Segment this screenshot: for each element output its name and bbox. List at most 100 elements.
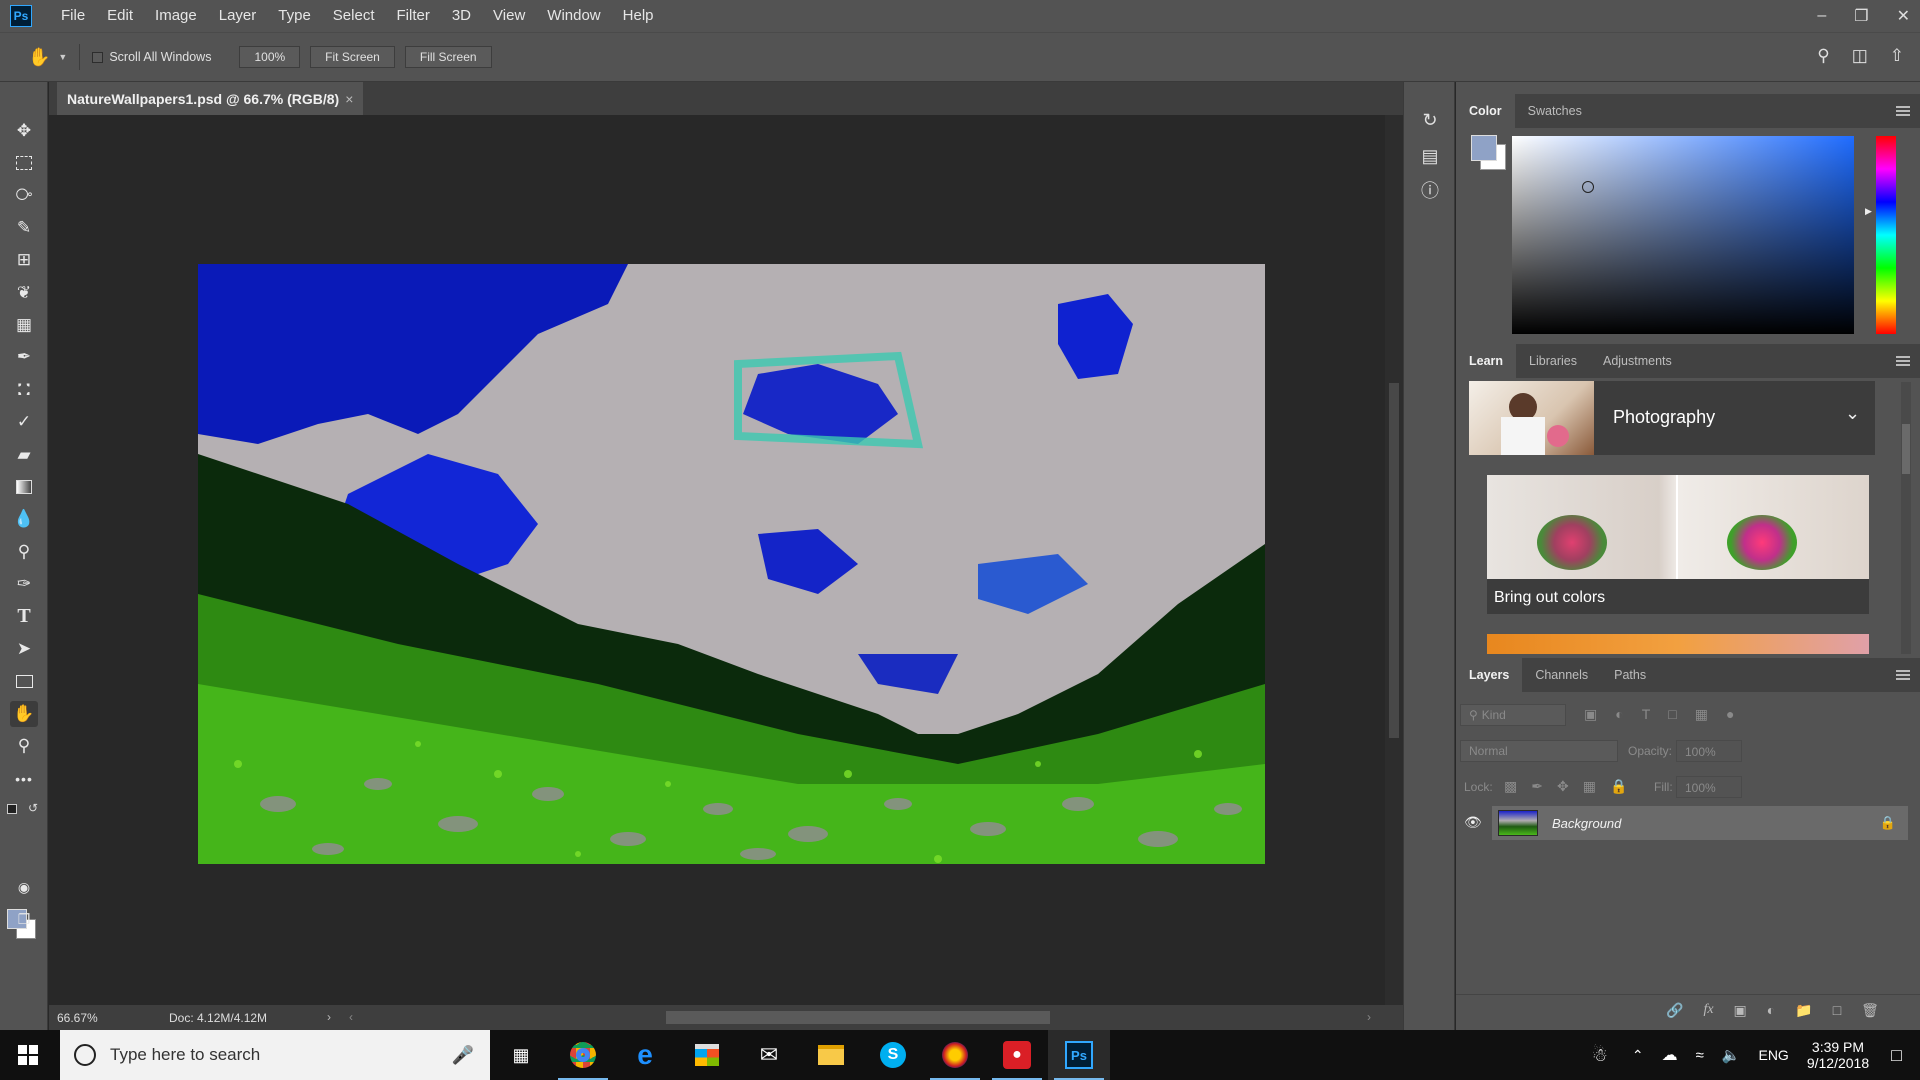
tab-learn[interactable]: Learn — [1456, 344, 1517, 378]
edge-icon[interactable]: e — [614, 1030, 676, 1080]
menu-select[interactable]: Select — [322, 0, 386, 32]
horizontal-scroll-thumb[interactable] — [666, 1011, 1050, 1024]
quick-mask-icon[interactable]: ◉ — [10, 874, 38, 900]
dodge-tool-icon[interactable]: ⚲ — [10, 539, 38, 565]
menu-view[interactable]: View — [482, 0, 536, 32]
new-layer-icon[interactable]: □ — [1833, 1002, 1841, 1019]
chevron-down-icon[interactable]: ▼ — [58, 52, 67, 62]
tutorial-card-next[interactable] — [1487, 634, 1869, 654]
opacity-input[interactable]: 100% — [1676, 740, 1742, 762]
volume-icon[interactable]: 🔈 — [1722, 1046, 1741, 1064]
blend-mode-select[interactable]: Normal — [1460, 740, 1618, 762]
lock-pixels-icon[interactable]: ✒ — [1531, 778, 1543, 795]
scroll-right-icon[interactable]: › — [1367, 1010, 1371, 1024]
gradient-tool-icon[interactable] — [10, 474, 38, 500]
menu-edit[interactable]: Edit — [96, 0, 144, 32]
close-tab-icon[interactable]: × — [345, 91, 353, 107]
hand-tool-icon[interactable]: ✋ — [28, 47, 50, 68]
app-icon[interactable] — [924, 1030, 986, 1080]
people-icon[interactable]: ☃ — [1592, 1045, 1608, 1066]
tab-channels[interactable]: Channels — [1522, 658, 1601, 692]
restore-icon[interactable]: ❐ — [1854, 6, 1868, 26]
filter-toggle-icon[interactable]: ● — [1726, 706, 1734, 723]
quick-select-tool-icon[interactable]: ✎ — [10, 215, 38, 241]
skype-icon[interactable]: S — [862, 1030, 924, 1080]
fill-screen-button[interactable]: Fill Screen — [404, 46, 492, 68]
minimize-icon[interactable]: – — [1817, 7, 1826, 25]
language-indicator[interactable]: ENG — [1758, 1047, 1788, 1063]
lasso-tool-icon[interactable]: ⧂ — [10, 182, 38, 208]
hue-slider[interactable] — [1876, 136, 1896, 334]
vertical-scroll-thumb[interactable] — [1389, 383, 1399, 738]
lock-artboard-icon[interactable]: ▦ — [1583, 778, 1596, 795]
document-canvas-image[interactable] — [198, 264, 1265, 864]
shape-filter-icon[interactable]: □ — [1668, 706, 1676, 723]
delete-layer-icon[interactable]: 🗑 — [1861, 1002, 1879, 1019]
microphone-icon[interactable]: 🎤 — [452, 1045, 474, 1066]
pixel-filter-icon[interactable]: ▣ — [1584, 706, 1597, 723]
layer-filter-kind[interactable]: ⚲ Kind — [1460, 704, 1566, 726]
layer-lock-icon[interactable]: 🔒 — [1880, 815, 1896, 831]
fill-input[interactable]: 100% — [1676, 776, 1742, 798]
path-select-icon[interactable]: ➤ — [10, 636, 38, 662]
search-icon[interactable]: ⚲ — [1817, 46, 1829, 66]
color-picker-cursor[interactable] — [1582, 181, 1594, 193]
scroll-all-windows-checkbox[interactable] — [92, 51, 104, 63]
chevron-up-icon[interactable]: ⌃ — [1632, 1047, 1644, 1064]
tutorial-card[interactable]: Bring out colors — [1487, 475, 1869, 614]
lock-all-icon[interactable]: 🔒 — [1610, 778, 1627, 795]
menu-image[interactable]: Image — [144, 0, 208, 32]
fit-screen-button[interactable]: Fit Screen — [310, 46, 395, 68]
zoom-tool-icon[interactable]: ⚲ — [10, 733, 38, 759]
color-picker-field[interactable] — [1512, 136, 1854, 334]
creative-cloud-icon[interactable]: ● — [986, 1030, 1048, 1080]
learn-scrollbar[interactable] — [1901, 382, 1911, 654]
history-icon[interactable]: ↻ — [1418, 108, 1442, 132]
screen-mode-icon[interactable]: ❐ — [10, 906, 38, 932]
task-view-icon[interactable]: ▦ — [490, 1030, 552, 1080]
taskbar-search-box[interactable]: Type here to search 🎤 — [60, 1030, 490, 1080]
tab-paths[interactable]: Paths — [1601, 658, 1659, 692]
scroll-left-icon[interactable]: ‹ — [349, 1010, 353, 1024]
share-icon[interactable]: ⇧ — [1890, 46, 1904, 66]
link-layers-icon[interactable]: 🔗 — [1666, 1002, 1683, 1019]
tab-libraries[interactable]: Libraries — [1516, 344, 1590, 378]
store-icon[interactable] — [676, 1030, 738, 1080]
status-menu-arrow-icon[interactable]: › — [327, 1010, 331, 1024]
workspace-icon[interactable]: ◫ — [1852, 46, 1868, 66]
properties-icon[interactable]: ▤ — [1418, 144, 1442, 168]
tab-color[interactable]: Color — [1456, 94, 1515, 128]
menu-window[interactable]: Window — [536, 0, 611, 32]
document-tab[interactable]: NatureWallpapers1.psd @ 66.7% (RGB/8) × — [57, 82, 364, 115]
eyedropper-tool-icon[interactable]: ❦ — [10, 280, 38, 306]
marquee-tool-icon[interactable] — [10, 150, 38, 176]
default-colors-icon[interactable] — [7, 804, 17, 814]
menu-type[interactable]: Type — [267, 0, 322, 32]
panel-menu-icon[interactable] — [1896, 670, 1910, 680]
clock[interactable]: 3:39 PM 9/12/2018 — [1807, 1039, 1869, 1071]
lock-transparent-icon[interactable]: ▩ — [1504, 778, 1517, 795]
hue-slider-marker-icon[interactable]: ▶ — [1865, 206, 1872, 217]
more-tools-icon[interactable]: ••• — [10, 766, 38, 792]
crop-tool-icon[interactable]: ⊞ — [10, 247, 38, 273]
pen-tool-icon[interactable]: ✑ — [10, 571, 38, 597]
tab-swatches[interactable]: Swatches — [1515, 94, 1595, 128]
photoshop-taskbar-icon[interactable]: Ps — [1048, 1030, 1110, 1080]
smart-object-filter-icon[interactable]: ▦ — [1695, 706, 1708, 723]
type-tool-icon[interactable]: T — [10, 603, 38, 629]
network-icon[interactable]: ≈ — [1696, 1047, 1704, 1064]
hand-tool-icon[interactable]: ✋ — [10, 701, 38, 727]
add-mask-icon[interactable]: ▣ — [1734, 1002, 1747, 1019]
healing-brush-icon[interactable]: ▦ — [10, 312, 38, 338]
move-tool-icon[interactable]: ✥ — [10, 118, 38, 144]
eye-icon[interactable]: 👁 — [1464, 814, 1482, 831]
type-filter-icon[interactable]: T — [1642, 706, 1651, 723]
chrome-icon[interactable] — [552, 1030, 614, 1080]
onedrive-icon[interactable]: ☁ — [1662, 1045, 1678, 1065]
eraser-tool-icon[interactable]: ▰ — [10, 442, 38, 468]
mail-icon[interactable]: ✉ — [738, 1030, 800, 1080]
menu-layer[interactable]: Layer — [208, 0, 268, 32]
learn-category-card[interactable]: Photography ⌄ — [1469, 381, 1875, 455]
rectangle-tool-icon[interactable] — [10, 668, 38, 694]
layer-style-icon[interactable]: fx — [1703, 1002, 1713, 1019]
